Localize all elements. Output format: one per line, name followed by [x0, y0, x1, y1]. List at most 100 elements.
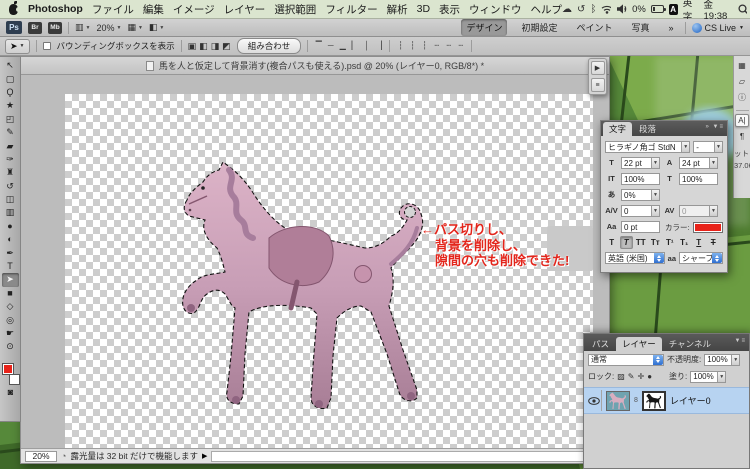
eyedropper-tool[interactable]: ✎	[2, 126, 19, 139]
time-machine-icon[interactable]: ↺	[577, 4, 585, 15]
distribute-left-icon[interactable]: ┄	[432, 42, 441, 50]
menu-item-1[interactable]: ファイル	[92, 2, 134, 17]
underline-button[interactable]: T	[692, 236, 706, 249]
crop-tool[interactable]: ◰	[2, 113, 19, 126]
brush-tool[interactable]: ✑	[2, 153, 19, 166]
superscript-button[interactable]: T¹	[663, 236, 677, 249]
distribute-hcenter-icon[interactable]: ┄	[444, 42, 453, 50]
layer-name[interactable]: レイヤー0	[670, 394, 711, 407]
font-family-dropdown[interactable]: ヒラギノ角ゴ StdN ▼	[605, 141, 691, 153]
workspace-design[interactable]: デザイン	[461, 19, 508, 36]
fill-field[interactable]: 100% ▼	[690, 370, 727, 383]
path-op-add-icon[interactable]: ▣	[188, 41, 197, 51]
status-menu-arrow[interactable]: ▶	[202, 452, 207, 460]
font-style-dropdown[interactable]: - ▼	[693, 141, 723, 153]
info-panel-icon[interactable]: ⓘ	[735, 91, 749, 104]
distribute-right-icon[interactable]: ┄	[456, 42, 465, 50]
menu-item-2[interactable]: 編集	[143, 2, 164, 17]
subscript-button[interactable]: T₁	[678, 236, 692, 249]
input-method-badge[interactable]: A	[668, 3, 678, 15]
align-right-icon[interactable]: ▕	[374, 42, 383, 50]
layer-visibility-toggle[interactable]	[587, 390, 602, 411]
tab-layers[interactable]: レイヤー	[616, 337, 662, 351]
screen-mode-button[interactable]: ◧ ▼	[149, 22, 164, 33]
align-top-icon[interactable]: ▔	[314, 42, 323, 50]
gradient-tool[interactable]: ▥	[2, 206, 19, 219]
tool-presets-panel-icon[interactable]: ≡	[590, 78, 605, 92]
canvas-pasteboard[interactable]: ←パス切りし、 背景を削除し、 隙間の穴も削除できた!	[21, 75, 609, 448]
leading-field[interactable]: 24 pt ▼	[679, 157, 718, 169]
distribute-bottom-icon[interactable]: ┆	[420, 42, 429, 50]
blur-tool[interactable]: ●	[2, 220, 19, 233]
distribute-vcenter-icon[interactable]: ┆	[408, 42, 417, 50]
menu-item-4[interactable]: レイヤー	[224, 2, 266, 17]
character-panel-icon[interactable]: A|	[735, 114, 749, 127]
hand-tool[interactable]: ☛	[2, 327, 19, 340]
combine-button[interactable]: 組み合わせ	[236, 38, 302, 54]
move-tool[interactable]: ↖	[2, 59, 19, 72]
strikethrough-button[interactable]: T	[707, 236, 721, 249]
spotlight-icon[interactable]	[738, 3, 748, 15]
antialias-dropdown[interactable]: シャープ	[679, 252, 723, 264]
history-brush-tool[interactable]: ↺	[2, 180, 19, 193]
lock-transparency-icon[interactable]: ▨	[617, 372, 625, 381]
quick-mask-button[interactable]: ◙	[8, 387, 13, 397]
path-op-intersect-icon[interactable]: ◨	[211, 41, 220, 51]
tab-character[interactable]: 文字	[603, 122, 633, 136]
lock-all-icon[interactable]: ●	[647, 372, 652, 381]
zoom-tool[interactable]: ⊙	[2, 340, 19, 353]
layer-thumbnail[interactable]	[606, 390, 630, 411]
marquee-tool[interactable]: ▢	[2, 72, 19, 85]
document-title-bar[interactable]: 馬を人と仮定して背景消す(複合パスも使える).psd @ 20% (レイヤー0,…	[21, 57, 609, 75]
horizontal-scale-field[interactable]: 100%	[679, 173, 718, 185]
volume-icon[interactable]	[616, 4, 627, 14]
transparent-canvas[interactable]: ←パス切りし、 背景を削除し、 隙間の穴も削除できた!	[65, 94, 593, 448]
tsume-field[interactable]: 0% ▼	[621, 189, 660, 201]
layers-panel-menu-icon[interactable]: ▼≡	[735, 338, 746, 347]
lock-paint-icon[interactable]: ✎	[628, 372, 635, 381]
vertical-scale-field[interactable]: 100%	[621, 173, 660, 185]
ps-logo[interactable]: Ps	[6, 21, 22, 34]
all-caps-button[interactable]: TT	[634, 236, 648, 249]
tab-paragraph[interactable]: 段落	[633, 122, 662, 136]
cloud-icon[interactable]: ☁	[562, 4, 572, 15]
path-selection-tool[interactable]: ➤	[1, 273, 19, 287]
menu-item-7[interactable]: 解析	[387, 2, 408, 17]
view-extras-button[interactable]: ▦ ▼	[127, 22, 142, 33]
language-dropdown[interactable]: 英語 (米国)	[605, 252, 665, 264]
mask-link-icon[interactable]: 8	[634, 397, 638, 404]
shape-tool[interactable]: ■	[2, 287, 19, 300]
opacity-field[interactable]: 100% ▼	[704, 353, 741, 366]
text-color-swatch[interactable]	[692, 221, 723, 233]
baseline-shift-field[interactable]: 0 pt	[621, 221, 660, 233]
eraser-tool[interactable]: ◫	[2, 193, 19, 206]
blend-mode-dropdown[interactable]: 通常	[588, 353, 664, 366]
quick-select-tool[interactable]: ★	[2, 99, 19, 112]
apple-logo-icon[interactable]	[9, 0, 21, 15]
arrange-documents-button[interactable]: ▥ ▼	[75, 22, 90, 33]
brush-panel-icon[interactable]: ▦	[735, 59, 749, 72]
cs-live-button[interactable]: CS Live ▼	[691, 22, 744, 33]
bounding-box-checkbox[interactable]	[42, 42, 51, 50]
path-op-subtract-icon[interactable]: ◧	[199, 41, 208, 51]
menu-item-10[interactable]: ウィンドウ	[469, 2, 522, 17]
layer-mask-thumbnail[interactable]	[641, 390, 666, 411]
clone-stamp-tool[interactable]: ♜	[2, 166, 19, 179]
menu-item-0[interactable]: Photoshop	[28, 3, 83, 15]
align-left-icon[interactable]: ▏	[350, 42, 359, 50]
align-bottom-icon[interactable]: ▁	[338, 42, 347, 50]
panel-collapse-menu-icons[interactable]: » ▼≡	[706, 124, 724, 132]
status-zoom-field[interactable]: 20%	[25, 450, 57, 462]
distribute-top-icon[interactable]: ┆	[396, 42, 405, 50]
small-caps-button[interactable]: Tт	[649, 236, 663, 249]
workspace-paint[interactable]: ペイント	[571, 19, 617, 36]
tab-channels[interactable]: チャンネル	[663, 337, 717, 351]
clone-source-panel-icon[interactable]: ▱	[735, 75, 749, 88]
menu-item-6[interactable]: フィルター	[325, 2, 377, 17]
align-hcenter-icon[interactable]: │	[362, 42, 371, 50]
align-vcenter-icon[interactable]: ─	[326, 42, 335, 50]
lasso-tool[interactable]: Ϙ	[2, 86, 19, 99]
healing-brush-tool[interactable]: ▰	[2, 139, 19, 152]
bluetooth-icon[interactable]: ᛒ	[590, 4, 596, 15]
dodge-tool[interactable]: ◐	[2, 233, 19, 246]
